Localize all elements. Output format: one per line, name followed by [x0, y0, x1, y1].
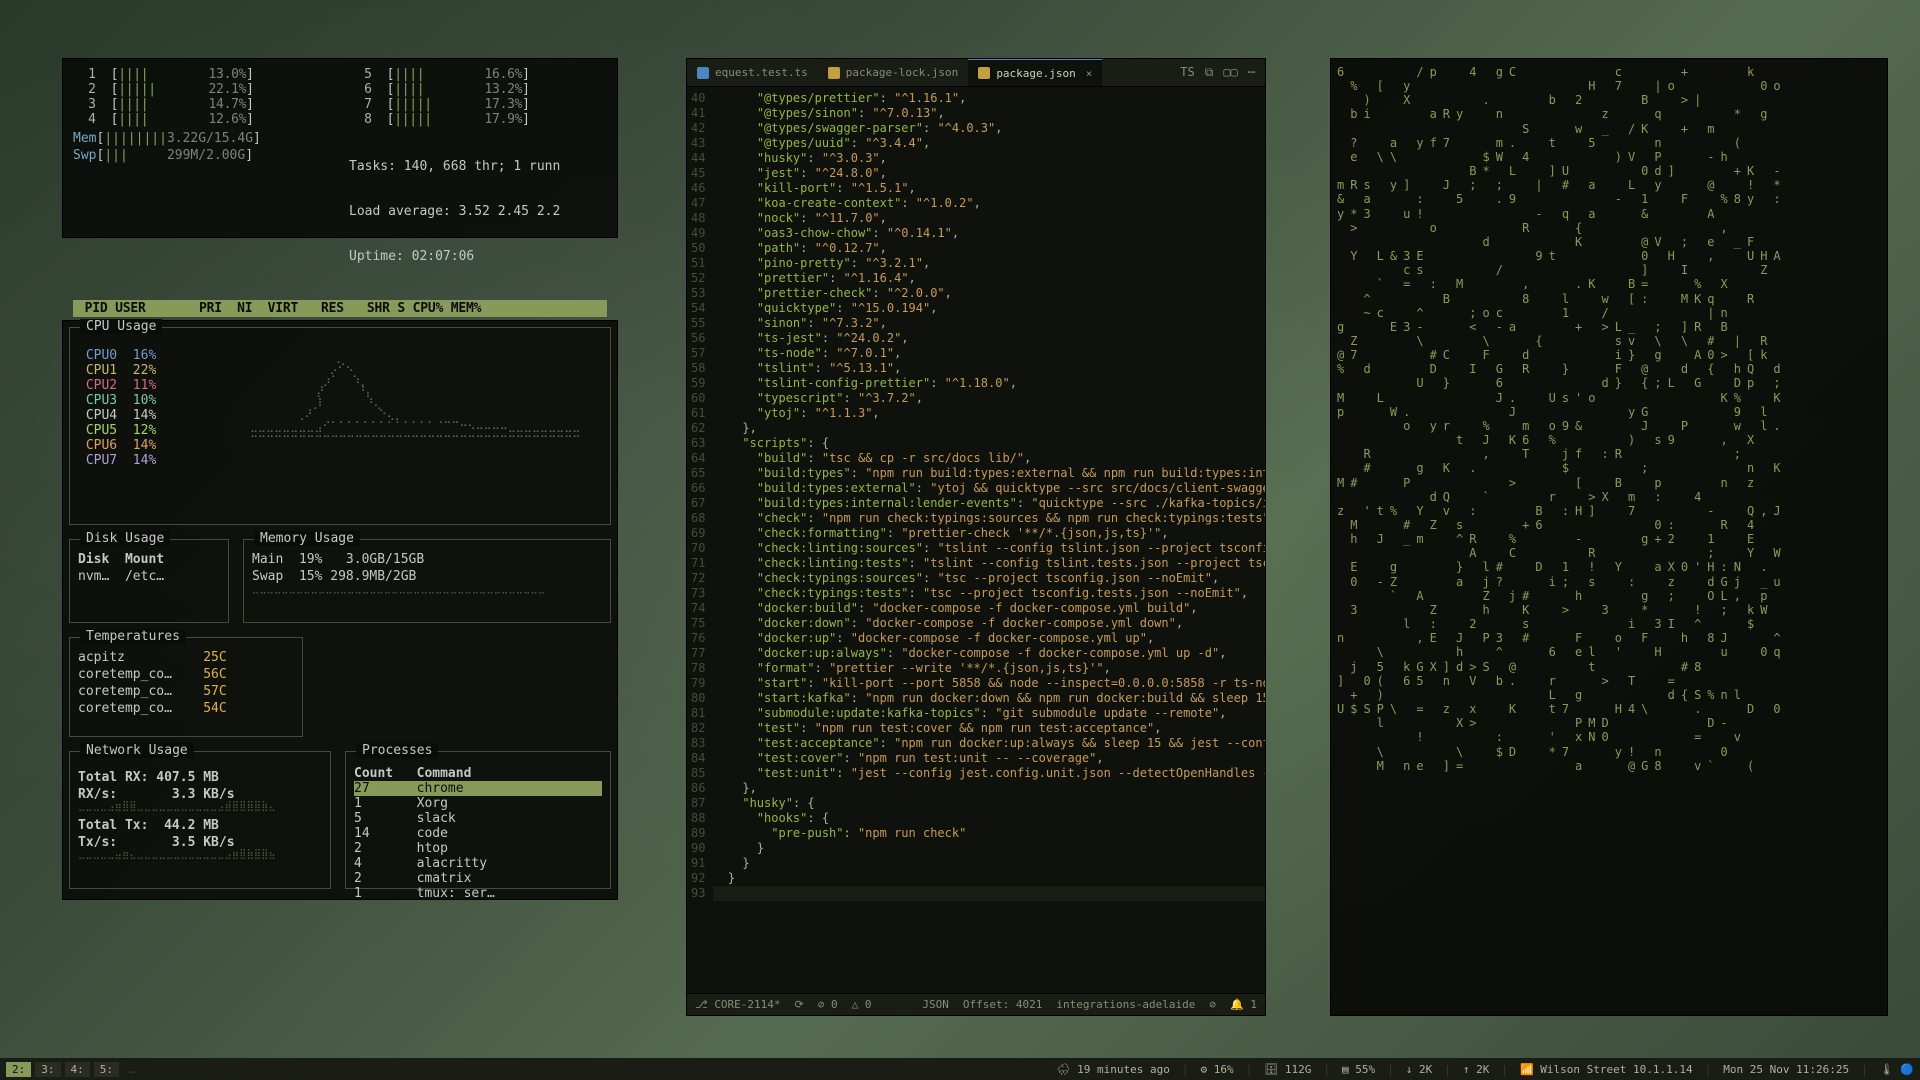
- tab-package-lock.json[interactable]: package-lock.json: [818, 59, 969, 86]
- polybar-netup: ↑ 2K: [1463, 1063, 1490, 1076]
- memory-usage-panel: Memory Usage Main 19% 3.0GB/15GB Swap 15…: [243, 539, 611, 623]
- status-repo: integrations-adelaide: [1056, 998, 1195, 1011]
- net-rx-rate: RX/s: 3.3 KB/s: [78, 787, 235, 802]
- network-usage-panel: Network Usage Total RX: 407.5 MB RX/s: 3…: [69, 751, 331, 889]
- workspace-2[interactable]: 2:: [6, 1062, 31, 1077]
- workspace-5[interactable]: 5:: [94, 1062, 119, 1077]
- htop-core-7: 7 [||||| 17.3%]: [349, 97, 607, 112]
- ts-icon: [697, 67, 709, 79]
- net-rx-spark: ⣀⣀⣀⣀⣠⣶⣿⣿⣀⣀⣀⣀⣀⣀⣀⣀⣀⣀⣀⣠⣾⣿⣿⣿⣿⣷⣄: [78, 802, 322, 812]
- htop-core-4: 4 [|||| 12.6%]: [73, 112, 331, 127]
- close-icon[interactable]: ×: [1086, 67, 1093, 80]
- processes-header: Count Command: [354, 766, 602, 781]
- polybar-mem: ▤ 55%: [1342, 1063, 1375, 1076]
- status-warn[interactable]: △ 0: [852, 998, 872, 1011]
- disk-usage-title: Disk Usage: [80, 531, 170, 546]
- processes-title: Processes: [356, 743, 438, 758]
- htop-column-header: PID USER PRI NI VIRT RES SHR S CPU% MEM%: [73, 300, 607, 317]
- gotop-window: CPU Usage CPU0 16% CPU1 22% CPU2 11% CPU…: [62, 320, 618, 900]
- proc-row-alacritty[interactable]: 4 alacritty: [354, 856, 602, 871]
- polybar-tray[interactable]: 🌡 🔵: [1880, 1063, 1914, 1076]
- temp-row-3: coretemp_co… 54C: [78, 701, 294, 716]
- proc-row-code[interactable]: 14 code: [354, 826, 602, 841]
- htop-core-1: 1 [|||| 13.0%]: [73, 67, 331, 82]
- memory-main: Main 19% 3.0GB/15GB: [252, 552, 602, 567]
- tab-label: package.json: [996, 67, 1075, 80]
- htop-core-3: 3 [|||| 14.7%]: [73, 97, 331, 112]
- status-offset: Offset: 4021: [963, 998, 1042, 1011]
- disk-header: Disk Mount: [78, 552, 220, 567]
- cpu-usage-panel: CPU Usage CPU0 16% CPU1 22% CPU2 11% CPU…: [69, 327, 611, 525]
- network-usage-title: Network Usage: [80, 743, 194, 758]
- htop-swp: Swp[||| 299M/2.00G]: [73, 148, 331, 163]
- tab-equest.test.ts[interactable]: equest.test.ts: [687, 59, 818, 86]
- polybar-date: Mon 25 Nov 11:26:25: [1723, 1063, 1849, 1076]
- net-tx-rate: Tx/s: 3.5 KB/s: [78, 835, 235, 850]
- status-notify[interactable]: 🔔 1: [1230, 998, 1257, 1011]
- temp-row-1: coretemp_co… 56C: [78, 667, 294, 682]
- proc-row-chrome[interactable]: 27 chrome: [354, 781, 602, 796]
- json-icon: [828, 67, 840, 79]
- status-bell[interactable]: ⊘: [1209, 998, 1216, 1011]
- net-rx-total: Total RX: 407.5 MB: [78, 770, 219, 785]
- status-lang[interactable]: JSON: [922, 998, 949, 1011]
- ts-icon[interactable]: TS: [1180, 65, 1194, 80]
- vscode-tabbar: equest.test.ts package-lock.json package.j…: [687, 59, 1265, 87]
- memory-usage-title: Memory Usage: [254, 531, 360, 546]
- split-icon[interactable]: ▢▢: [1223, 65, 1237, 80]
- temperatures-panel: Temperatures acpitz 25Ccoretemp_co… 56Cc…: [69, 637, 303, 737]
- json-icon: [978, 67, 990, 79]
- proc-row-cmatrix[interactable]: 2 cmatrix: [354, 871, 602, 886]
- net-tx-total: Total Tx: 44.2 MB: [78, 818, 219, 833]
- htop-core-5: 5 [|||| 16.6%]: [349, 67, 607, 82]
- proc-row-htop[interactable]: 2 htop: [354, 841, 602, 856]
- htop-core-2: 2 [||||| 22.1%]: [73, 82, 331, 97]
- cpu-usage-title: CPU Usage: [80, 319, 162, 334]
- proc-row-Xorg[interactable]: 1 Xorg: [354, 796, 602, 811]
- tab-label: package-lock.json: [846, 66, 959, 79]
- htop-cpu-bars: 1 [|||| 13.0%] 5 [|||| 16.6%] 2 [||||| 2…: [73, 67, 607, 127]
- compare-icon[interactable]: ⧉: [1205, 65, 1214, 80]
- htop-window: 1 [|||| 13.0%] 5 [|||| 16.6%] 2 [||||| 2…: [62, 58, 618, 238]
- tab-package.json[interactable]: package.json ×: [968, 59, 1102, 86]
- htop-core-8: 8 [||||| 17.9%]: [349, 112, 607, 127]
- htop-uptime: Uptime: 02:07:06: [349, 249, 607, 264]
- memory-swap: Swap 15% 298.9MB/2GB: [252, 569, 602, 584]
- disk-usage-panel: Disk Usage Disk Mount nvm… /etc…: [69, 539, 229, 623]
- workspace-3[interactable]: 3:: [35, 1062, 60, 1077]
- polybar: 2: 3: 4: 5: … 🌧 19 minutes ago| ⚙ 16%| 🗄…: [0, 1058, 1920, 1080]
- workspace-4[interactable]: 4:: [65, 1062, 90, 1077]
- disk-row: nvm… /etc…: [78, 569, 220, 584]
- vscode-window: equest.test.ts package-lock.json package.j…: [686, 58, 1266, 1016]
- htop-loadavg: Load average: 3.52 2.45 2.2: [349, 204, 607, 219]
- tab-label: equest.test.ts: [715, 66, 808, 79]
- more-icon[interactable]: ⋯: [1248, 65, 1255, 80]
- polybar-netdown: ↓ 2K: [1406, 1063, 1433, 1076]
- polybar-disk: 🗄 112G: [1264, 1063, 1311, 1076]
- cmatrix-window: 6 /p 4 gC c + k % [ y H 7 |o 0o ) X . b …: [1330, 58, 1888, 1016]
- htop-mem: Mem[||||||||3.22G/15.4G]: [73, 131, 331, 146]
- temp-row-2: coretemp_co… 57C: [78, 684, 294, 699]
- processes-panel: Processes Count Command 27 chrome1 Xorg5…: [345, 751, 611, 889]
- temperatures-title: Temperatures: [80, 629, 186, 644]
- memory-spark: ⠒⠒⠒⠒⠒⠒⠒⠒⠒⠒⠒⠒⠒⠒⠒⠒⠒⠒⠒⠒⠒⠒⠒⠒⠒⠒⠒⠒⠒⠒⠒⠒⠒⠒⠒⠒⠒⠒⠒⠒: [252, 590, 602, 600]
- vscode-statusbar: ⎇ CORE-2114* ⟳ ⊘ 0 △ 0 JSON Offset: 4021…: [687, 993, 1265, 1015]
- polybar-cpu: ⚙ 16%: [1201, 1063, 1234, 1076]
- status-branch[interactable]: ⎇ CORE-2114*: [695, 998, 781, 1011]
- polybar-uptime: 🌧 19 minutes ago: [1057, 1063, 1170, 1076]
- htop-core-6: 6 [|||| 13.2%]: [349, 82, 607, 97]
- vscode-editor[interactable]: 4041424344454647484950515253545556575859…: [687, 87, 1265, 993]
- status-errors[interactable]: ⊘ 0: [818, 998, 838, 1011]
- polybar-wifi: 📶 Wilson Street 10.1.1.14: [1520, 1063, 1693, 1076]
- proc-row-tmux: ser…[interactable]: 1 tmux: ser…: [354, 886, 602, 901]
- htop-tasks: Tasks: 140, 668 thr; 1 runn: [349, 159, 607, 174]
- temp-row-0: acpitz 25C: [78, 650, 294, 665]
- cpu-graph: ⡀ ⡠⠊⠢ ⡰⠁ ⠱⡀ ⡜ ⠘⡄ ⢀⠇ ⠘⢄ ⢀⠜ ⠑⢄⡀ ⣀⣀⣀⣀⣀⣀⣀⣀⣠⠊…: [250, 340, 600, 514]
- status-sync[interactable]: ⟳: [795, 998, 804, 1011]
- net-tx-spark: ⣀⣀⣀⣀⣀⣤⣶⣄⣀⣀⣀⣀⣀⣀⣀⣀⣀⣀⣀⣀⣠⣶⣿⣷⣿⣿⣦: [78, 850, 322, 860]
- proc-row-slack[interactable]: 5 slack: [354, 811, 602, 826]
- vscode-tab-toolbar: TS ⧉ ▢▢ ⋯: [1180, 65, 1265, 80]
